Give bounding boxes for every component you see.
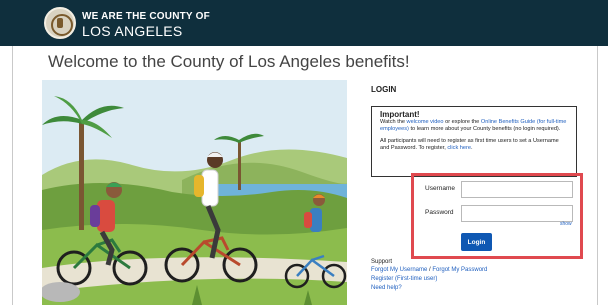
notice-heading: Important! [380, 110, 420, 119]
brand-county-name: LOS ANGELES [82, 23, 183, 39]
content-left-border [12, 46, 13, 305]
need-help-link[interactable]: Need help? [371, 285, 402, 291]
welcome-video-link[interactable]: welcome video [407, 119, 444, 125]
top-header-bar: WE ARE THE COUNTY OF LOS ANGELES [0, 0, 608, 46]
support-heading: Support [371, 259, 393, 265]
notice-paragraph-1: Watch the welcome video or explore the O… [380, 119, 568, 133]
login-section-title: LOGIN [371, 85, 397, 94]
brand-tagline: WE ARE THE COUNTY OF [82, 11, 210, 22]
password-label: Password [425, 209, 454, 216]
username-input[interactable] [461, 181, 573, 198]
show-password-link[interactable]: show [560, 221, 572, 227]
login-button[interactable]: Login [461, 233, 492, 251]
forgot-password-link[interactable]: Forgot My Password [432, 267, 487, 273]
forgot-credentials-links: Forgot My Username / Forgot My Password [371, 267, 487, 273]
register-link[interactable]: Register (First-time user) [371, 276, 437, 282]
page-title: Welcome to the County of Los Angeles ben… [48, 52, 410, 71]
username-label: Username [425, 185, 455, 192]
cyclists-illustration [42, 80, 347, 305]
password-input[interactable] [461, 205, 573, 222]
notice-text: Watch the [380, 119, 407, 125]
content-right-border [597, 46, 598, 305]
notice-text: or explore the [443, 119, 481, 125]
forgot-username-link[interactable]: Forgot My Username [371, 267, 427, 273]
notice-text: . [471, 145, 473, 151]
county-seal-logo[interactable] [44, 7, 76, 39]
important-notice-box: Important! Watch the welcome video or ex… [371, 106, 577, 177]
notice-text: to learn more about your County benefits… [408, 126, 561, 132]
register-click-here-link[interactable]: click here [447, 145, 471, 151]
notice-paragraph-2: All participants will need to register a… [380, 138, 568, 152]
